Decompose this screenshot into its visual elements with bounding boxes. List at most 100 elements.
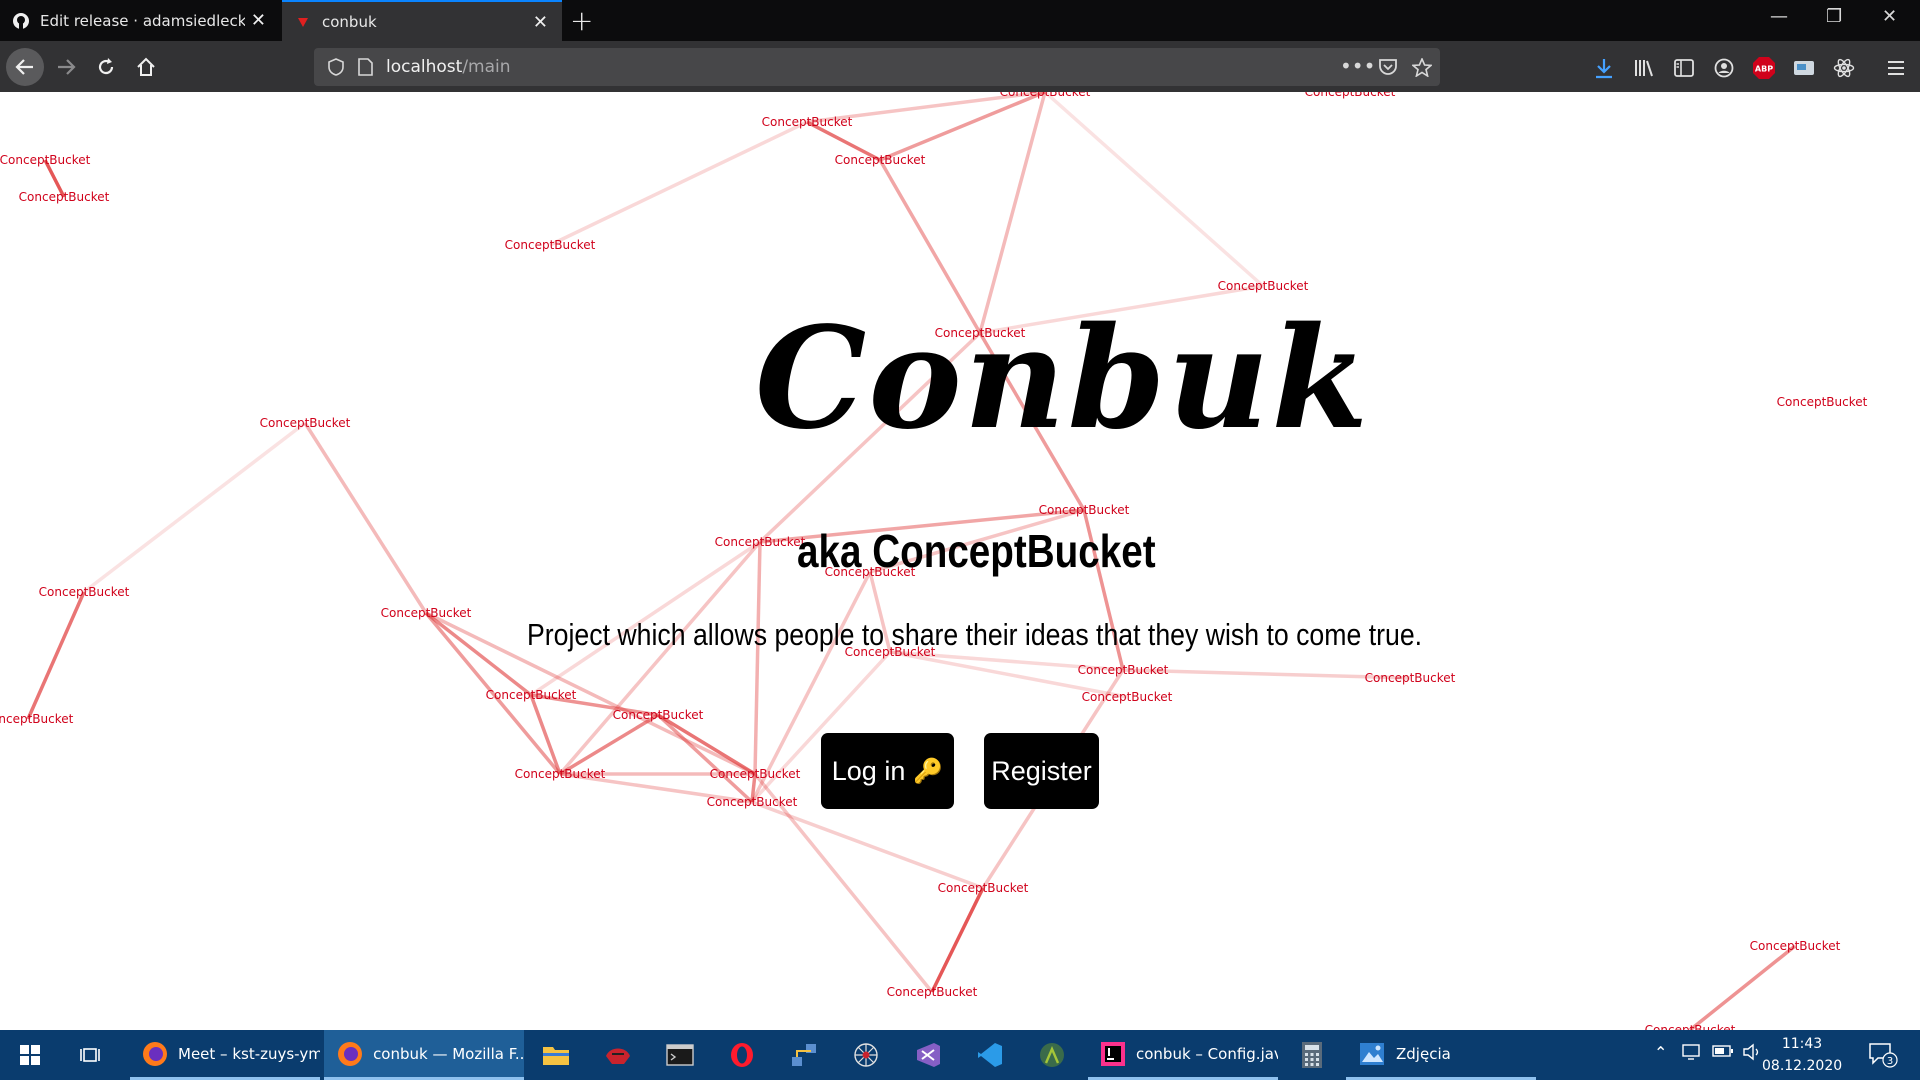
shield-icon[interactable] [328, 58, 344, 80]
tab-conbuk[interactable]: conbuk ✕ [282, 0, 562, 41]
menu-icon[interactable] [1884, 56, 1908, 80]
taskbar-item-meet[interactable]: Meet – kst-zuys-ym... [130, 1030, 320, 1080]
register-label: Register [991, 755, 1092, 786]
extension-icon[interactable] [1792, 56, 1816, 80]
new-tab-button[interactable]: + [570, 4, 593, 37]
back-arrow-icon [15, 59, 33, 75]
tab-edit-release[interactable]: Edit release · adamsiedlecky/conbuk ✕ [0, 0, 280, 41]
notification-count: 3 [1887, 1056, 1893, 1067]
restore-button[interactable]: ❐ [1826, 6, 1842, 27]
minimize-button[interactable]: — [1770, 6, 1788, 27]
graph-edge [26, 591, 86, 720]
taskbar: Meet – kst-zuys-ym... conbuk — Mozilla F… [0, 1030, 1920, 1080]
start-button[interactable] [0, 1030, 60, 1080]
taskbar-item-opera[interactable] [720, 1030, 764, 1080]
volume-icon[interactable] [1742, 1043, 1762, 1065]
graph-node-label[interactable]: ConceptBucket [19, 190, 110, 204]
notifications-icon[interactable]: 3 [1868, 1041, 1898, 1073]
graph-node-label[interactable]: ConceptBucket [835, 153, 926, 167]
tab-title: Edit release · adamsiedlecky/conbuk [40, 11, 245, 30]
bookmark-star-icon[interactable] [1410, 56, 1434, 81]
graph-node-label[interactable]: ConceptBucket [1365, 671, 1456, 685]
battery-icon[interactable] [1712, 1043, 1734, 1063]
graph-node-label[interactable]: ConceptBucket [1777, 395, 1868, 409]
calculator-icon [1302, 1042, 1322, 1068]
graph-node-label[interactable]: ConceptBucket [1039, 503, 1130, 517]
pocket-icon[interactable] [1378, 58, 1398, 80]
graph-node-label[interactable]: ConceptBucket [1305, 92, 1396, 99]
graph-node-label[interactable]: ConceptBucket [486, 688, 577, 702]
adblock-icon[interactable]: ABP [1752, 56, 1776, 80]
reload-icon [98, 58, 114, 75]
terminal-icon [666, 1044, 694, 1066]
taskbar-item-conbuk-firefox[interactable]: conbuk — Mozilla F... [324, 1030, 524, 1080]
login-label: Log in [831, 755, 906, 786]
chevron-up-icon[interactable]: ⌃ [1654, 1043, 1667, 1062]
graph-node-label[interactable]: ConceptBucket [0, 712, 74, 726]
task-view-button[interactable] [70, 1030, 110, 1080]
graph-node-label[interactable]: ConceptBucket [1000, 92, 1091, 99]
graph-node-label[interactable]: ConceptBucket [887, 985, 978, 999]
taskbar-item-photos[interactable]: Zdjęcia [1346, 1030, 1536, 1080]
forward-button[interactable] [48, 49, 84, 85]
register-button[interactable]: Register [984, 733, 1099, 809]
page-actions-icon[interactable]: ••• [1340, 54, 1375, 78]
react-icon[interactable] [1832, 56, 1856, 80]
graph-node-label[interactable]: ConceptBucket [1218, 279, 1309, 293]
page-title: Conbuk [755, 297, 1371, 461]
graph-node-label[interactable]: ConceptBucket [613, 708, 704, 722]
graph-edge [424, 611, 533, 697]
graph-node-label[interactable]: ConceptBucket [715, 535, 806, 549]
windows-icon [20, 1045, 40, 1065]
graph-node-label[interactable]: ConceptBucket [381, 606, 472, 620]
close-window-button[interactable]: ✕ [1882, 6, 1897, 27]
graph-node-label[interactable]: ConceptBucket [762, 115, 853, 129]
opera-icon [731, 1043, 753, 1067]
taskbar-item-intellij[interactable]: conbuk – Config.jav... [1088, 1030, 1278, 1080]
taskbar-item-terminal[interactable] [658, 1030, 702, 1080]
home-button[interactable] [128, 49, 164, 85]
tab-bar: Edit release · adamsiedlecky/conbuk ✕ co… [0, 0, 1920, 41]
taskbar-item-spider[interactable] [844, 1030, 888, 1080]
firefox-icon [142, 1040, 168, 1068]
graph-node-label[interactable]: ConceptBucket [707, 795, 798, 809]
taskbar-item-file-explorer[interactable] [534, 1030, 578, 1080]
graph-node-label[interactable]: ConceptBucket [0, 153, 91, 167]
url-bar[interactable]: localhost/main ••• [314, 48, 1440, 86]
login-button[interactable]: Log in 🔑 [821, 733, 954, 809]
taskbar-item-android-studio[interactable] [1030, 1030, 1074, 1080]
page-subtitle: aka ConceptBucket [797, 525, 1156, 577]
graph-node-label[interactable]: ConceptBucket [938, 881, 1029, 895]
graph-node-label[interactable]: ConceptBucket [710, 767, 801, 781]
taskbar-item-network[interactable] [782, 1030, 826, 1080]
clock-date: 08.12.2020 [1762, 1058, 1843, 1074]
downloads-icon[interactable] [1592, 56, 1616, 80]
graph-node-label[interactable]: ConceptBucket [260, 416, 351, 430]
graph-node-label[interactable]: ConceptBucket [1750, 939, 1841, 953]
network-status-icon[interactable] [1682, 1043, 1702, 1065]
account-icon[interactable] [1712, 56, 1736, 80]
sidebar-icon[interactable] [1672, 56, 1696, 80]
graph-node-label[interactable]: ConceptBucket [1645, 1023, 1736, 1030]
graph-node-label[interactable]: ConceptBucket [39, 585, 130, 599]
close-icon[interactable]: ✕ [251, 10, 266, 31]
clock-time: 11:43 [1781, 1036, 1823, 1052]
graph-edge [930, 887, 985, 993]
taskbar-item-vscode[interactable] [968, 1030, 1012, 1080]
back-button[interactable] [6, 48, 44, 86]
reload-button[interactable] [88, 49, 124, 85]
taskbar-item-game[interactable] [596, 1030, 640, 1080]
graph-edge [529, 694, 562, 775]
graph-node-label[interactable]: ConceptBucket [505, 238, 596, 252]
graph-edge [549, 120, 808, 247]
taskbar-item-calculator[interactable] [1290, 1030, 1334, 1080]
graph-node-label[interactable]: ConceptBucket [515, 767, 606, 781]
taskbar-item-visual-studio[interactable] [906, 1030, 950, 1080]
url-text[interactable]: localhost/main [386, 57, 511, 77]
graph-node-label[interactable]: ConceptBucket [1078, 663, 1169, 677]
close-icon[interactable]: ✕ [533, 12, 548, 33]
graph-node-label[interactable]: ConceptBucket [1082, 690, 1173, 704]
taskbar-label: conbuk – Config.jav... [1136, 1044, 1278, 1063]
library-icon[interactable] [1632, 56, 1656, 80]
system-clock[interactable]: 11:43 08.12.2020 [1762, 1033, 1842, 1077]
